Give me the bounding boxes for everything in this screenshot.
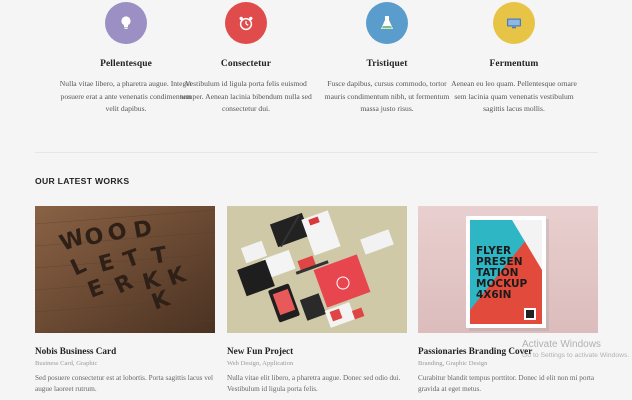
section-title: OUR LATEST WORKS [35, 176, 130, 186]
work-thumbnail[interactable]: FLYER PRESEN TATION MOCKUP 4X6IN [418, 206, 598, 333]
features-section: Pellentesque Nulla vitae libero, a phare… [0, 0, 632, 140]
feature-description: Fusce dapibus, cursus commodo, tortor ma… [324, 79, 450, 114]
lightbulb-icon [121, 16, 131, 29]
feature-description: Aenean eu leo quam. Pellentesque ornare … [451, 79, 577, 114]
watermark-title: Activate Windows [522, 339, 601, 350]
feature-description: Vestibulum id ligula porta felis euismod… [180, 79, 312, 114]
work-categories: Business Card, Graphic [35, 360, 98, 367]
work-categories: Branding, Graphic Design [418, 360, 488, 367]
work-description: Sed posuere consectetur est at lobortis.… [35, 374, 214, 393]
work-card[interactable]: WOODLETTERKKK Nobis Business Card Busine… [35, 206, 215, 394]
feature-item: Consectetur Vestibulum id ligula porta f… [176, 0, 316, 116]
work-title[interactable]: New Fun Project [227, 346, 407, 356]
watermark-subtitle: Go to Settings to activate Windows. [522, 352, 630, 359]
work-card[interactable]: New Fun Project Web Design, Application … [227, 206, 407, 394]
work-card[interactable]: FLYER PRESEN TATION MOCKUP 4X6IN Passionarie… [418, 206, 598, 394]
work-categories: Web Design, Application [227, 360, 294, 367]
feature-description: Nulla vitae libero, a pharetra augue. In… [59, 79, 193, 114]
feature-item: Pellentesque Nulla vitae libero, a phare… [56, 0, 196, 116]
feature-icon-circle [105, 2, 147, 44]
activate-windows-watermark: Activate Windows Go to Settings to activ… [522, 339, 629, 359]
monitor-icon [507, 18, 521, 29]
work-thumbnail[interactable]: WOODLETTERKKK [35, 206, 215, 333]
poster-text-line: 4X6IN [476, 289, 511, 301]
stationery-mockup-image [227, 206, 407, 333]
feature-icon-circle [366, 2, 408, 44]
feature-title: Consectetur [220, 59, 272, 69]
feature-item: Fermentum Aenean eu leo quam. Pellentesq… [444, 0, 584, 116]
work-description: Nulla vitae elit libero, a pharetra augu… [227, 374, 401, 393]
feature-title: Tristiquet [366, 59, 408, 69]
feature-item: Tristiquet Fusce dapibus, cursus commodo… [317, 0, 457, 116]
work-title[interactable]: Nobis Business Card [35, 346, 215, 356]
flyer-mockup-image: FLYERPRESENTATIONMOCKUP4X6IN [418, 206, 598, 333]
work-thumbnail[interactable] [227, 206, 407, 333]
feature-icon-circle [225, 2, 267, 44]
feature-title: Pellentesque [100, 59, 152, 69]
wood-letters-image: WOO DL E T TE R K KK [35, 206, 215, 333]
alarm-clock-icon [239, 16, 253, 31]
feature-icon-circle [493, 2, 535, 44]
section-divider [35, 152, 598, 153]
flask-icon [381, 16, 393, 29]
work-description: Curabitur blandit tempus porttitor. Done… [418, 374, 595, 393]
feature-title: Fermentum [489, 59, 539, 69]
